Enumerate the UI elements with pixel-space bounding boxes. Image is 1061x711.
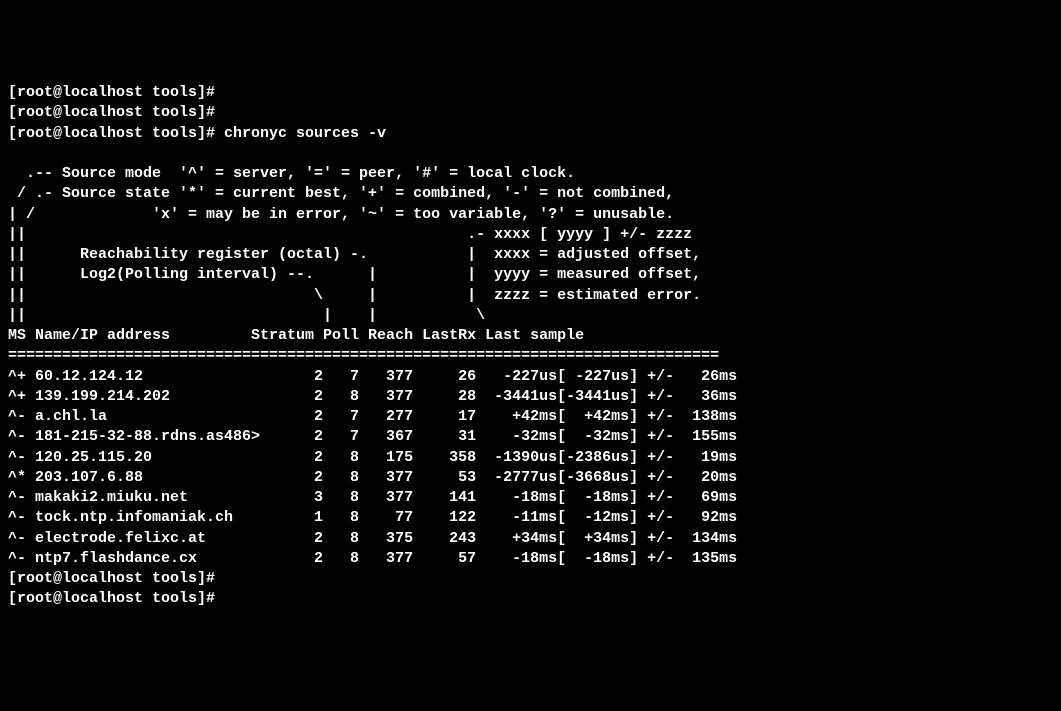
terminal-output[interactable]: [root@localhost tools]# [root@localhost … (8, 83, 1053, 610)
